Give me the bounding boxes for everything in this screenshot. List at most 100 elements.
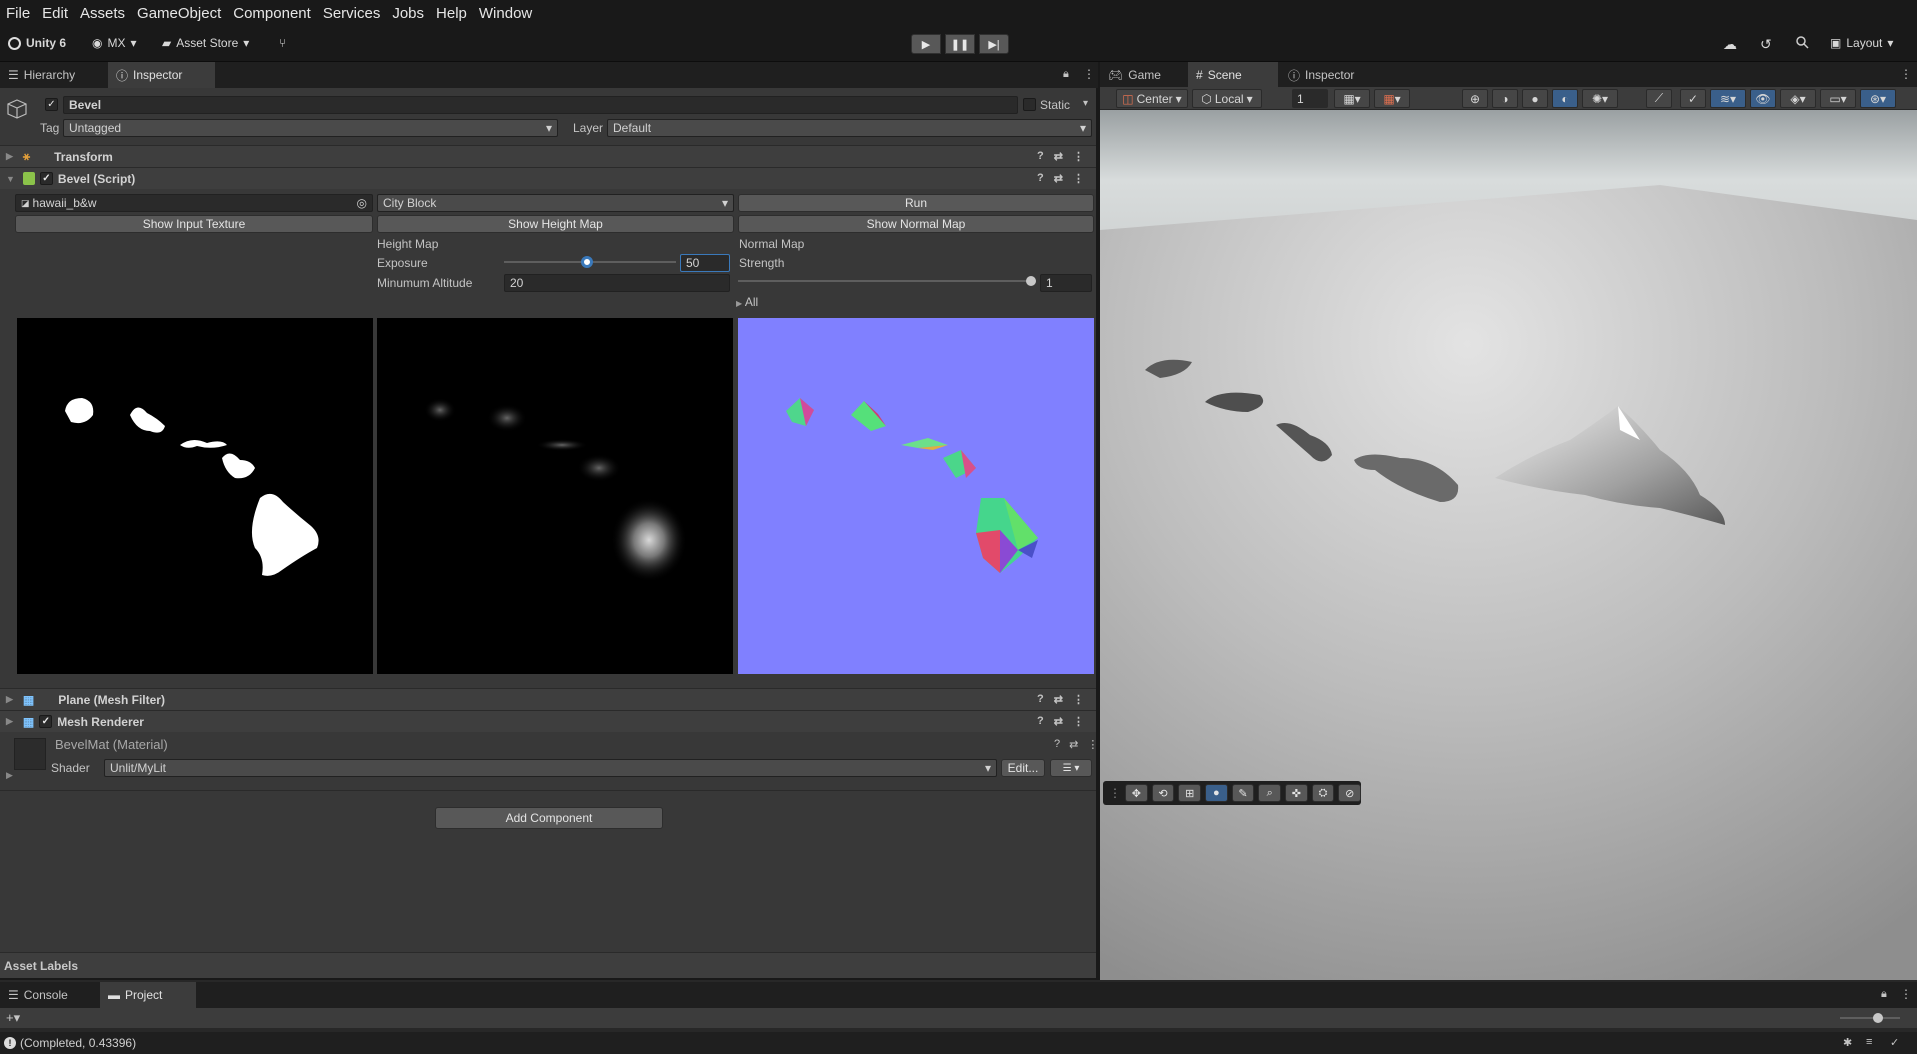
strength-slider[interactable] [738,275,1036,287]
custom-tool-icon[interactable]: ⛭ [1311,784,1335,802]
pivot-dropdown[interactable]: ◫ Center ▾ [1116,89,1188,108]
add-component-button[interactable]: Add Component [435,807,663,829]
help-icon[interactable]: ? [1037,172,1044,185]
2d-toggle-icon[interactable]: ⟋ [1646,89,1672,108]
menu-services[interactable]: Services [317,5,387,22]
tab-scene[interactable]: # Scene [1188,62,1278,88]
expand-arrow-icon[interactable]: ▶ [6,770,13,781]
more-options-icon[interactable]: ⋮ [1087,738,1098,751]
tab-inspector[interactable]: ⓘ Inspector [108,62,215,88]
sphere-tool-icon[interactable]: ● [1205,784,1228,802]
play-button[interactable]: ▶ [911,34,941,54]
space-dropdown[interactable]: ⬡ Local ▾ [1192,89,1262,108]
layer-dropdown[interactable]: Default ▾ [607,119,1092,137]
tab-hierarchy[interactable]: ☰ Hierarchy [0,62,83,88]
more-options-icon[interactable]: ⋮ [1073,150,1084,163]
rotate-tool-icon[interactable]: ⟲ [1151,784,1175,802]
component-mesh-renderer-header[interactable]: ▶ ▦ ✓ Mesh Renderer ? ⇄ ⋮ [0,710,1096,732]
account-dropdown[interactable]: ◉ MX ▾ [92,36,137,50]
tag-dropdown[interactable]: Untagged ▾ [63,119,558,137]
more-options-icon[interactable]: ⋮ [1083,67,1095,81]
shader-edit-button[interactable]: Edit... [1001,759,1045,777]
gizmos-dropdown[interactable]: ⊛▾ [1860,89,1896,108]
navigate-tool-icon[interactable]: ⊘ [1338,784,1362,802]
exposure-slider[interactable] [504,256,676,268]
add-asset-icon[interactable]: +▾ [6,1010,20,1026]
active-checkbox[interactable]: ✓ [45,98,58,111]
lock-icon[interactable]: 🔒︎ [1881,988,1887,1001]
menu-file[interactable]: File [0,5,36,22]
component-transform-header[interactable]: ▶ ⚹ Transform ? ⇄ ⋮ [0,145,1096,167]
increment-snap-dropdown[interactable]: ▦ ▾ [1374,89,1410,108]
layers-dropdown[interactable]: ◈▾ [1780,89,1816,108]
shader-options-dropdown[interactable]: ☰ ▾ [1050,759,1092,777]
more-options-icon[interactable]: ⋮ [1073,715,1084,728]
draw-mode-shaded-icon[interactable]: ● [1522,89,1548,108]
tab-game[interactable]: 🎮︎ Game [1100,62,1169,88]
transform-tool-icon[interactable]: ✜ [1285,784,1308,802]
strength-slider-knob[interactable] [1026,276,1036,286]
all-foldout[interactable]: ▶ All [736,295,758,309]
search-icon[interactable] [1796,36,1809,49]
show-height-map-button[interactable]: Show Height Map [377,215,734,233]
menu-help[interactable]: Help [430,5,473,22]
visibility-icon[interactable]: 👁︎ [1750,89,1776,108]
mode-dropdown[interactable]: City Block ▾ [377,194,734,212]
lighting-toggle-icon[interactable]: ✓ [1680,89,1706,108]
show-normal-map-button[interactable]: Show Normal Map [738,215,1094,233]
exposure-value-field[interactable]: 50 [680,254,730,272]
tab-console[interactable]: ☰ Console [0,982,76,1008]
run-button[interactable]: Run [738,194,1094,212]
component-mesh-filter-header[interactable]: ▶ ▦ Plane (Mesh Filter) ? ⇄ ⋮ [0,688,1096,710]
status-message[interactable]: (Completed, 0.43396) [20,1036,136,1050]
menu-gameobject[interactable]: GameObject [131,5,227,22]
static-dropdown-icon[interactable]: ▾ [1083,98,1088,109]
draw-mode-unlit-icon[interactable]: ◐ [1552,89,1578,108]
strength-value-field[interactable]: 1 [1040,274,1092,292]
static-checkbox[interactable] [1023,98,1036,111]
shader-dropdown[interactable]: Unlit/MyLit ▾ [104,759,997,777]
menu-component[interactable]: Component [227,5,317,22]
version-control-icon[interactable]: ⑂ [279,36,286,50]
more-options-icon[interactable]: ⋮ [1900,987,1912,1001]
object-name-field[interactable]: Bevel [63,96,1018,114]
scene-view[interactable]: ⋮ ✥ ⟲ ⊞ ● ✎ ⌕ ✜ ⛭ ⊘ [1100,110,1917,980]
move-tool-icon[interactable]: ✥ [1125,784,1148,802]
menu-edit[interactable]: Edit [36,5,74,22]
snap-increment-field[interactable]: 1 [1292,89,1328,108]
more-options-icon[interactable]: ⋮ [1073,693,1084,706]
preset-icon[interactable]: ⇄ [1054,715,1063,728]
debug-icon[interactable]: ✱ [1843,1036,1852,1049]
preset-icon[interactable]: ⇄ [1069,738,1078,751]
help-icon[interactable]: ? [1037,150,1044,163]
drag-handle-icon[interactable]: ⋮ [1109,786,1121,800]
cloud-icon[interactable]: ☁ [1723,36,1737,53]
grid-snap-dropdown[interactable]: ▦▾ [1334,89,1370,108]
input-texture-field[interactable]: ◪ hawaii_b&w ◎ [15,194,373,212]
help-icon[interactable]: ? [1037,693,1044,706]
thumbnail-size-knob[interactable] [1873,1013,1883,1023]
draw-mode-shaded-wire-icon[interactable]: ◑ [1492,89,1518,108]
help-icon[interactable]: ? [1054,738,1060,751]
preset-icon[interactable]: ⇄ [1054,150,1063,163]
object-picker-icon[interactable]: ◎ [357,196,367,210]
tab-project[interactable]: ▬ Project [100,982,196,1008]
zoom-tool-icon[interactable]: ⌕ [1258,784,1282,802]
asset-labels-bar[interactable]: Asset Labels [0,952,1096,978]
layout-dropdown[interactable]: ▣ Layout ▾ [1830,36,1893,50]
pause-button[interactable]: ❚❚ [945,34,975,54]
step-button[interactable]: ▶| [979,34,1009,54]
tab-inspector-right[interactable]: ⓘ Inspector [1280,62,1362,88]
exposure-slider-knob[interactable] [580,256,593,268]
minimum-altitude-field[interactable]: 20 [504,274,730,292]
mesh-renderer-enabled-checkbox[interactable]: ✓ [39,715,53,728]
thumbnail-size-slider[interactable] [1840,1017,1900,1019]
preset-icon[interactable]: ⇄ [1054,693,1063,706]
status-check-icon[interactable]: ✓ [1890,1036,1899,1049]
menu-window[interactable]: Window [473,5,538,22]
history-icon[interactable]: ↺ [1760,36,1772,53]
paint-tool-icon[interactable]: ✎ [1231,784,1255,802]
camera-dropdown[interactable]: ▭▾ [1820,89,1856,108]
asset-store-dropdown[interactable]: ▰ Asset Store ▾ [162,36,249,50]
unity-menu[interactable]: Unity 6 [8,36,66,50]
